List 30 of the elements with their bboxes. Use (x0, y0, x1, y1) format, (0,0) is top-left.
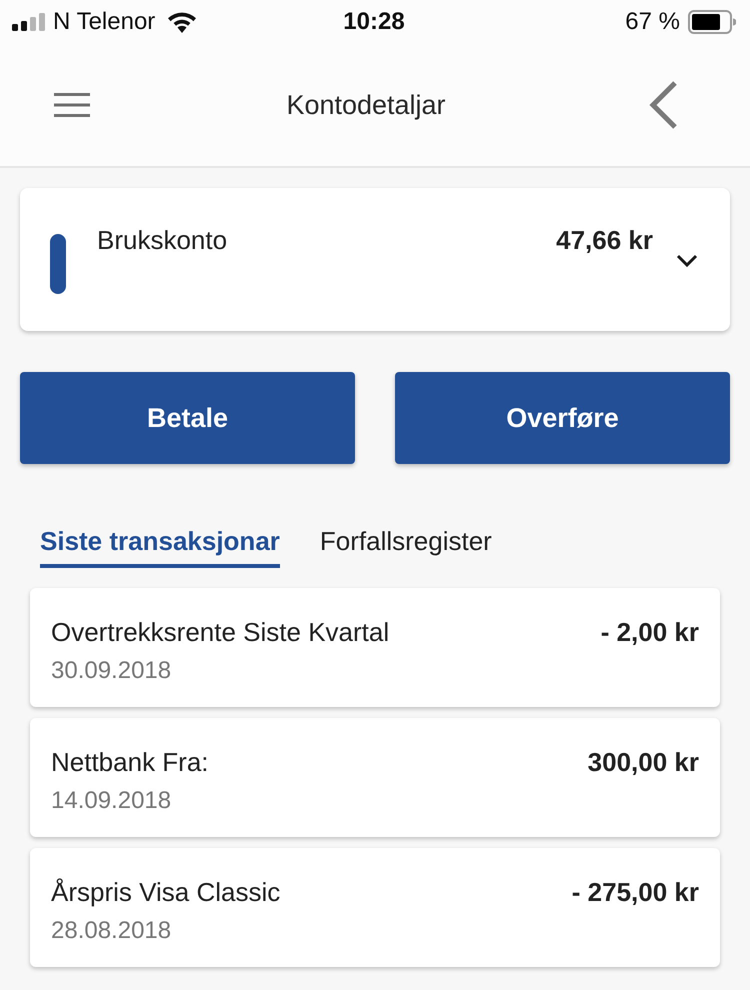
account-balance: 47,66 kr (556, 224, 653, 256)
chevron-down-icon (676, 254, 698, 268)
transaction-date: 28.08.2018 (51, 916, 172, 946)
transaction-date: 14.09.2018 (51, 786, 172, 816)
battery-percent: 67 % (625, 8, 680, 36)
menu-icon[interactable] (54, 93, 90, 117)
chevron-left-icon[interactable] (648, 81, 678, 129)
signal-icon (12, 13, 46, 31)
transaction-title: Nettbank Fra: (51, 746, 209, 778)
transaction-title: Årspris Visa Classic (51, 876, 280, 908)
transaction-amount: - 275,00 kr (572, 876, 699, 908)
action-button[interactable]: Overføre (395, 372, 730, 464)
action-button[interactable]: Betale (20, 372, 355, 464)
account-card[interactable]: Brukskonto 47,66 kr (20, 188, 730, 331)
transaction-card[interactable]: Overtrekksrente Siste Kvartal 30.09.2018 - 2,00 kr (30, 588, 720, 707)
tab[interactable]: Forfallsregister (320, 516, 492, 568)
transaction-amount: - 2,00 kr (600, 616, 699, 648)
tab[interactable]: Siste transaksjonar (40, 516, 280, 568)
transaction-title: Overtrekksrente Siste Kvartal (51, 616, 390, 648)
battery-icon (688, 10, 736, 34)
wifi-icon (167, 11, 198, 33)
screen-title: Kontodetaljar (286, 90, 446, 120)
transaction-card[interactable]: Årspris Visa Classic 28.08.2018 - 275,00 kr (30, 848, 720, 967)
transaction-date: 30.09.2018 (51, 656, 172, 686)
account-name: Brukskonto (97, 224, 228, 256)
clock-time: 10:28 (343, 8, 405, 36)
transaction-amount: 300,00 kr (588, 746, 699, 778)
marker-icon (50, 234, 66, 294)
carrier-name: N Telenor (53, 8, 156, 36)
transaction-card[interactable]: Nettbank Fra: 14.09.2018 300,00 kr (30, 718, 720, 837)
